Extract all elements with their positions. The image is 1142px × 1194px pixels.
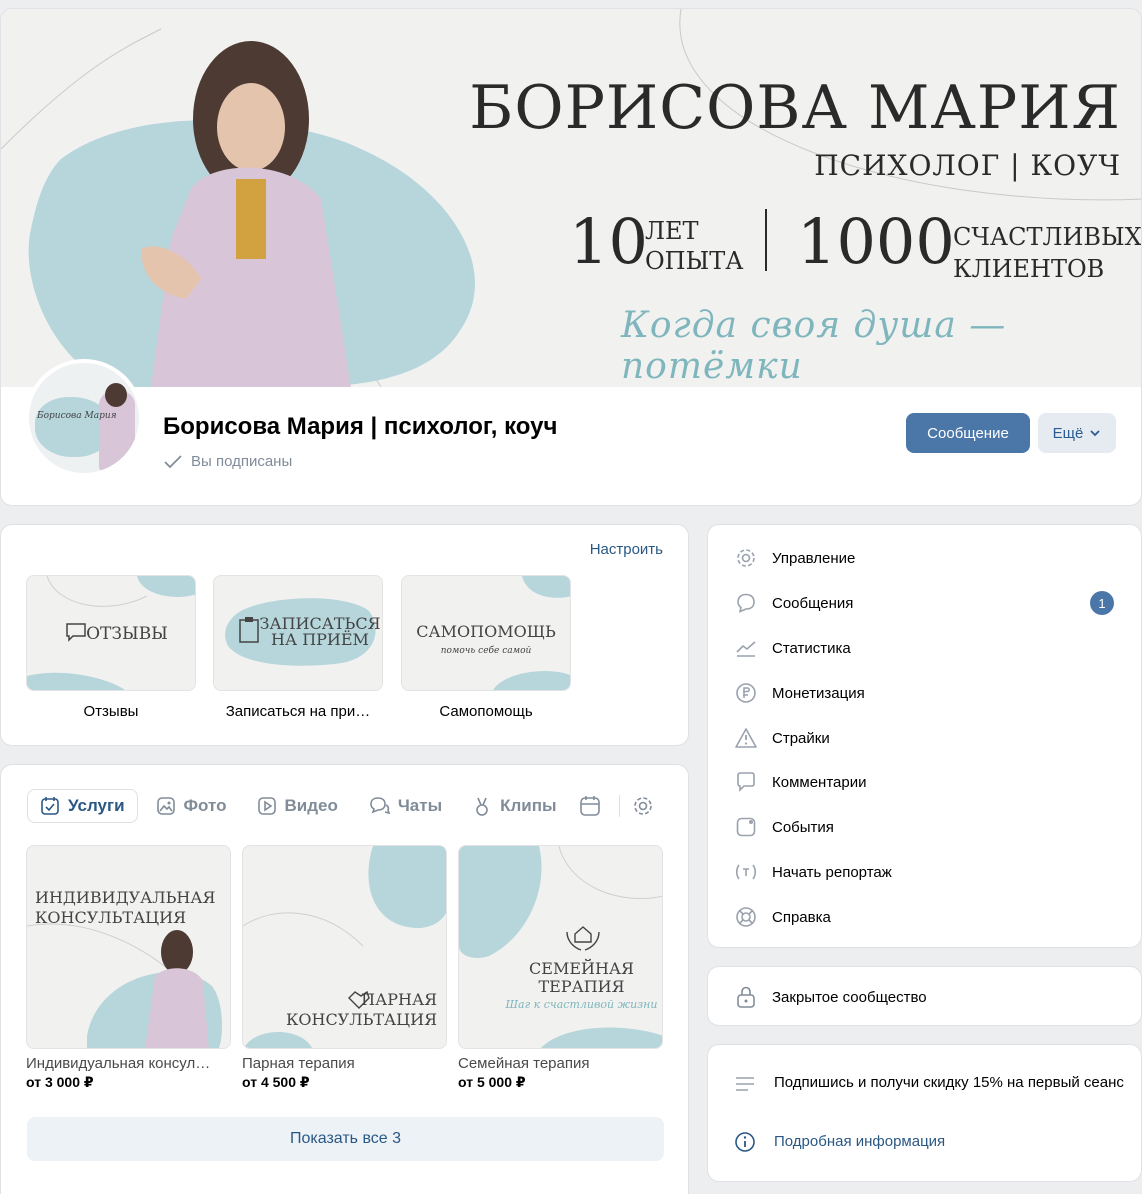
app-tile-selfhelp[interactable]: САМОПОМОЩЬ помочь себе самой Самопомощь [401, 575, 571, 720]
comment-icon [734, 770, 758, 794]
cover-quote: Когда своя душа — потёмки [621, 305, 1007, 387]
lock-icon [734, 985, 758, 1009]
info-icon [735, 1132, 755, 1152]
show-all-services-button[interactable]: Показать все 3 [27, 1117, 664, 1161]
admin-menu: Управление Сообщения 1 Статистика Монети… [707, 524, 1142, 948]
subscription-status[interactable]: Вы подписаны [163, 453, 292, 470]
family-house-icon [566, 926, 600, 951]
stat-clients-number: 1000 [797, 205, 955, 278]
gear-icon [633, 797, 652, 815]
avatar[interactable]: Борисова Мария [25, 359, 143, 477]
more-info-link[interactable]: Подробная информация [774, 1133, 945, 1150]
service-name: Семейная терапия [458, 1055, 590, 1072]
stat-years-line1: ЛЕТ [645, 217, 699, 245]
tab-video[interactable]: Видео [245, 789, 350, 823]
configure-link[interactable]: Настроить [590, 541, 663, 558]
service-price: от 5 000 ₽ [458, 1074, 526, 1090]
tab-chats[interactable]: Чаты [356, 789, 454, 823]
menu-item-events[interactable]: События [734, 811, 1114, 843]
tab-services[interactable]: Услуги [27, 789, 138, 823]
chevron-down-icon [1090, 430, 1100, 437]
menu-item-management[interactable]: Управление [734, 542, 1114, 574]
service-name: Индивидуальная консул… [26, 1055, 211, 1072]
cover-stats: 10 ЛЕТ ОПЫТА 1000 СЧАСТЛИВЫХ КЛИЕНТОВ [569, 205, 1141, 287]
more-button[interactable]: Ещё [1038, 413, 1116, 453]
calendar-icon [579, 796, 600, 816]
cover-subtitle: ПСИХОЛОГ | КОУЧ [814, 149, 1121, 182]
menu-item-broadcast[interactable]: Начать репортаж [734, 856, 1114, 888]
stat-years-line2: ОПЫТА [645, 247, 744, 275]
tab-clips[interactable]: Клипы [460, 789, 568, 823]
content-tabs: Услуги Фото Видео Чаты Клипы [27, 789, 664, 823]
more-button-label: Ещё [1052, 424, 1084, 442]
service-price: от 3 000 ₽ [26, 1074, 94, 1090]
avatar-text: Борисова Мария [37, 411, 117, 421]
text-lines-icon [736, 1077, 754, 1091]
app-tile-reviews[interactable]: ОТЗЫВЫ Отзывы [26, 575, 196, 720]
unread-badge: 1 [1090, 591, 1114, 615]
stats-icon [734, 636, 758, 660]
ruble-icon [734, 681, 758, 705]
broadcast-icon [734, 860, 758, 884]
stat-separator [765, 209, 767, 271]
menu-item-help[interactable]: Справка [734, 901, 1114, 933]
calendar-check-icon [41, 797, 59, 815]
promo-card: Подпишись и получи скидку 15% на первый … [707, 1044, 1142, 1182]
service-card[interactable]: ПАРНАЯ КОНСУЛЬТАЦИЯ Парная терапия от 4 … [242, 845, 447, 1091]
message-icon [734, 591, 758, 615]
gear-icon [734, 546, 758, 570]
closed-community-card: Закрытое сообщество [707, 966, 1142, 1026]
app-label: Записаться на при… [225, 703, 371, 720]
chats-icon [370, 797, 390, 815]
app-label: Самопомощь [439, 703, 533, 720]
service-card[interactable]: СЕМЕЙНАЯ ТЕРАПИЯ Шаг к счастливой жизни … [458, 845, 663, 1091]
menu-item-statistics[interactable]: Статистика [734, 632, 1114, 664]
clips-icon [476, 797, 488, 816]
tab-events[interactable] [575, 789, 605, 823]
warning-icon [734, 726, 758, 750]
menu-item-messages[interactable]: Сообщения 1 [734, 587, 1114, 619]
app-label: Отзывы [83, 703, 139, 720]
image-icon [156, 797, 175, 815]
stat-clients-line1: СЧАСТЛИВЫХ [953, 223, 1142, 251]
community-header: БОРИСОВА МАРИЯ ПСИХОЛОГ | КОУЧ 10 ЛЕТ ОП… [0, 8, 1142, 506]
app-tile-booking[interactable]: ЗАПИСАТЬСЯ НА ПРИЁМ Записаться на при… [213, 575, 383, 720]
play-icon [257, 797, 276, 815]
cover-image: БОРИСОВА МАРИЯ ПСИХОЛОГ | КОУЧ 10 ЛЕТ ОП… [1, 9, 1141, 387]
checkmark-icon [164, 454, 182, 468]
menu-item-comments[interactable]: Комментарии [734, 766, 1114, 798]
stat-clients-line2: КЛИЕНТОВ [953, 255, 1105, 283]
apps-block: Настроить ОТЗЫВЫ Отзывы ЗАПИСАТЬСЯ НА ПР… [0, 524, 689, 746]
service-name: Парная терапия [242, 1055, 355, 1072]
promo-text: Подпишись и получи скидку 15% на первый … [774, 1074, 1124, 1091]
tab-photo[interactable]: Фото [144, 789, 239, 823]
subscription-label: Вы подписаны [191, 453, 293, 470]
help-icon [734, 905, 758, 929]
event-icon [734, 815, 758, 839]
menu-item-monetization[interactable]: Монетизация [734, 677, 1114, 709]
menu-item-strikes[interactable]: Страйки [734, 722, 1114, 754]
message-button[interactable]: Сообщение [906, 413, 1030, 453]
page-title: Борисова Мария | психолог, коуч [163, 413, 558, 440]
service-price: от 4 500 ₽ [242, 1074, 310, 1090]
closed-community-info[interactable]: Закрытое сообщество [734, 981, 1114, 1013]
cover-name: БОРИСОВА МАРИЯ [469, 73, 1121, 143]
stat-years-number: 10 [569, 205, 648, 278]
tabs-settings[interactable] [628, 789, 658, 823]
service-card[interactable]: ИНДИВИДУАЛЬНАЯ КОНСУЛЬТАЦИЯ Индивидуальн… [26, 845, 231, 1091]
services-block: Услуги Фото Видео Чаты Клипы ИНДИВИДУАЛЬ… [0, 764, 689, 1194]
